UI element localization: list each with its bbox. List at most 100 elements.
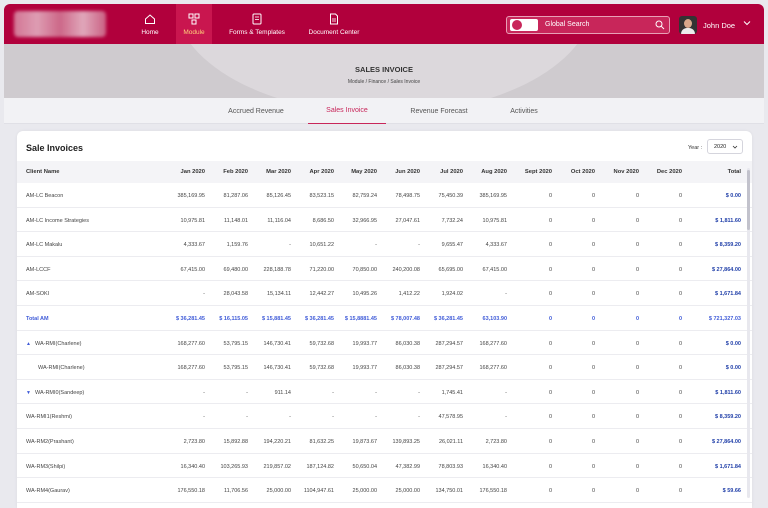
table-row[interactable]: WA-RM2(Prashant) 2,723.80 15,892.88 194,220… — [17, 429, 752, 454]
month-value-cell: 0 — [635, 439, 639, 445]
tab-activities[interactable]: Activities — [494, 98, 554, 124]
nav-document-center[interactable]: Document Center — [302, 4, 366, 44]
table-row[interactable]: AM-LCCF 67,415.00 69,480.00 228,188.78 71,22… — [17, 257, 752, 282]
month-value-cell: 11,148.01 — [223, 217, 248, 224]
month-value-cell: 0 — [591, 193, 595, 199]
month-value-cell: 65,695.00 — [438, 266, 463, 273]
home-icon — [145, 13, 155, 24]
month-value-cell: $ 78,007.48 — [390, 316, 420, 322]
month-value-cell: 15,892.88 — [223, 439, 248, 445]
document-icon — [330, 13, 338, 24]
column-header[interactable]: Dec 2020 — [657, 169, 682, 175]
client-name: WA-RM2(Prashant) — [26, 439, 74, 445]
table-row[interactable]: ▼ WA-RMI0(Sandeep) - - 911.14 - - - 1,745.41 - 0 0 0… — [17, 380, 752, 405]
tab-accrued-revenue[interactable]: Accrued Revenue — [218, 98, 294, 124]
tab-revenue-forecast[interactable]: Revenue Forecast — [400, 98, 478, 124]
table-total-row[interactable]: Total AM $ 36,281.45 $ 16,115.05 $ 15,881.4… — [17, 306, 752, 331]
breadcrumb: Module / Finance / Sales Invoice — [347, 79, 421, 85]
card-title: Sale Invoices — [26, 143, 84, 153]
month-value-cell: - — [332, 389, 334, 396]
client-name: Total AM — [26, 316, 49, 322]
table-row[interactable]: ▲ WA-RMI(Charlene) 168,277.60 53,795.15 146,… — [17, 331, 752, 356]
table-row[interactable]: WA-RM3(Shilpi) 16,340.40 103,265.93 219,857… — [17, 454, 752, 479]
month-value-cell: 0 — [591, 266, 595, 273]
table-row[interactable]: WA-RMI(Charlene) 168,277.60 53,795.15 146,7… — [17, 355, 752, 380]
month-value-cell: 0 — [635, 242, 639, 249]
table-row[interactable]: AM-LC Beacon 385,169.95 81,287.06 85,126.45… — [17, 183, 752, 208]
month-value-cell: - — [289, 414, 291, 421]
month-value-cell: 71,220.00 — [309, 266, 334, 273]
month-value-cell: 0 — [678, 463, 682, 470]
year-select-value: 2020 — [714, 144, 727, 150]
year-select[interactable]: 2020 — [707, 139, 743, 154]
month-value-cell: 86,030.38 — [395, 365, 420, 372]
month-value-cell: 287,294.57 — [435, 365, 463, 372]
client-name: WA-RM4(Gaurav) — [26, 488, 70, 495]
month-value-cell: 168,277.60 — [479, 365, 507, 372]
month-value-cell: 70,850.00 — [352, 266, 377, 273]
month-value-cell: 0 — [591, 291, 595, 298]
month-value-cell: 12,442.27 — [309, 291, 334, 298]
month-value-cell: 16,340.40 — [482, 463, 507, 470]
column-header[interactable]: Jun 2020 — [395, 169, 420, 175]
month-value-cell: 2,723.80 — [183, 439, 205, 445]
column-header[interactable]: May 2020 — [351, 169, 377, 175]
table-row[interactable]: WA-RMI1(Reshmi) - - - - - - 47,578.95 - 0 0 0 0 $ 8,3… — [17, 404, 752, 429]
month-value-cell: 139,893.25 — [392, 439, 420, 445]
column-header[interactable]: Total — [728, 169, 741, 175]
month-value-cell: 0 — [591, 463, 595, 470]
page-header-banner: SALES INVOICE Module / Finance / Sales I… — [4, 44, 764, 98]
company-logo[interactable] — [14, 11, 106, 37]
nav-forms-templates[interactable]: Forms & Templates — [222, 4, 292, 44]
column-header[interactable]: Oct 2020 — [571, 169, 595, 175]
month-value-cell: 0 — [678, 217, 682, 224]
user-avatar[interactable] — [679, 16, 697, 34]
chevron-down-icon[interactable] — [743, 19, 751, 27]
column-header[interactable]: Apr 2020 — [310, 169, 335, 175]
column-header[interactable]: Nov 2020 — [614, 169, 639, 175]
client-name: WA-RMI(Charlene) — [38, 365, 85, 372]
month-value-cell: 240,200.08 — [392, 266, 420, 273]
table-scrollbar-thumb[interactable] — [747, 170, 750, 230]
month-value-cell: 0 — [635, 414, 639, 421]
column-header-client-name[interactable]: Client Name — [26, 169, 60, 175]
collapse-caret-icon[interactable]: ▲ — [26, 341, 31, 347]
month-value-cell: 47,578.95 — [438, 414, 463, 421]
column-header[interactable]: Jan 2020 — [181, 169, 206, 175]
month-value-cell: 187,124.82 — [306, 463, 334, 470]
month-value-cell: - — [203, 414, 205, 421]
search-input[interactable]: Global Search — [545, 21, 589, 28]
month-value-cell: 0 — [678, 488, 682, 495]
column-header[interactable]: Jul 2020 — [440, 169, 463, 175]
column-header[interactable]: Mar 2020 — [266, 169, 291, 175]
month-value-cell: 0 — [678, 266, 682, 273]
expand-caret-icon[interactable]: ▼ — [26, 390, 31, 396]
global-search-box[interactable]: Global Search — [506, 16, 670, 34]
tab-sales-invoice[interactable]: Sales Invoice — [308, 98, 386, 124]
month-value-cell: 83,523.15 — [309, 193, 334, 199]
month-value-cell: 63,103.90 — [482, 316, 507, 322]
table-row[interactable]: AM-LC Income Strategies 10,975.81 11,148.0… — [17, 208, 752, 233]
table-row[interactable]: AM-SOKI - 28,043.58 15,134.11 12,442.27 10,49… — [17, 281, 752, 306]
nav-module[interactable]: Module — [176, 4, 212, 44]
table-row[interactable]: WA-RM4(Gaurav) 176,550.18 11,706.56 25,000.… — [17, 478, 752, 503]
month-value-cell: 67,415.00 — [482, 266, 507, 273]
month-value-cell: 0 — [548, 439, 552, 445]
nav-home[interactable]: Home — [132, 4, 168, 44]
month-value-cell: 0 — [548, 266, 552, 273]
column-header[interactable]: Sept 2020 — [525, 169, 552, 175]
month-value-cell: 176,550.18 — [177, 488, 205, 495]
table-row[interactable]: AM-LC Makalu 4,333.67 1,159.76 - 10,651.22 - -… — [17, 232, 752, 257]
month-value-cell: 0 — [635, 488, 639, 495]
globe-icon[interactable] — [510, 19, 538, 31]
column-header[interactable]: Aug 2020 — [481, 169, 507, 175]
month-value-cell: 0 — [635, 340, 639, 347]
column-header[interactable]: Feb 2020 — [223, 169, 248, 175]
month-value-cell: 19,873.67 — [352, 439, 377, 445]
month-value-cell: 0 — [548, 242, 552, 249]
month-value-cell: 0 — [548, 414, 552, 421]
month-value-cell: 78,803.93 — [438, 463, 463, 470]
month-value-cell: 385,169.95 — [479, 193, 507, 199]
user-name[interactable]: John Doe — [703, 21, 735, 30]
search-icon[interactable] — [655, 20, 665, 30]
